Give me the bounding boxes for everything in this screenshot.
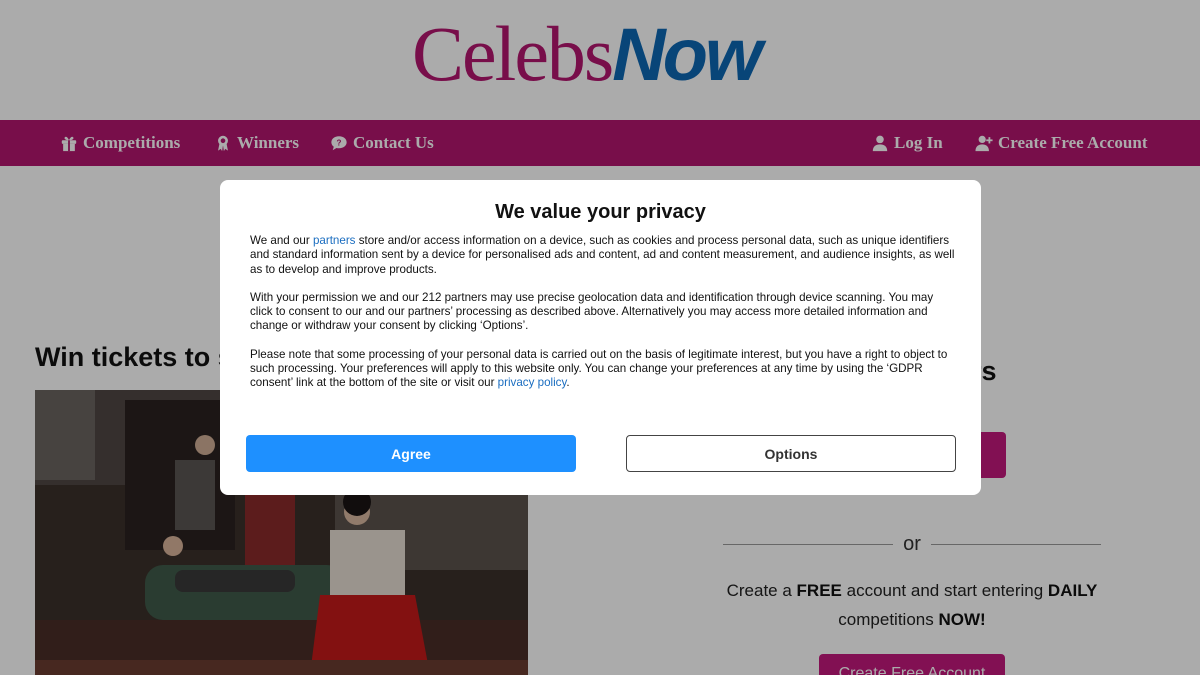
privacy-policy-link[interactable]: privacy policy [498,376,567,389]
agree-button[interactable]: Agree [246,435,576,472]
partners-link[interactable]: partners [313,234,356,247]
consent-paragraph-1: We and our partners store and/or access … [250,234,955,277]
dialog-body: We and our partners store and/or access … [250,234,955,405]
options-button[interactable]: Options [626,435,956,472]
dialog-title: We value your privacy [495,201,706,223]
consent-p3-text-end: . [566,376,570,390]
consent-p1-text-end: store and/or access information on a dev… [250,234,955,276]
consent-p3-text-start: Please note that some processing of your… [250,347,948,390]
consent-paragraph-3: Please note that some processing of your… [250,348,955,391]
consent-paragraph-2: With your permission we and our 212 part… [250,290,934,333]
consent-p1-text-start: We and our [250,234,313,247]
privacy-consent-dialog: We value your privacy We and our partner… [220,180,981,495]
